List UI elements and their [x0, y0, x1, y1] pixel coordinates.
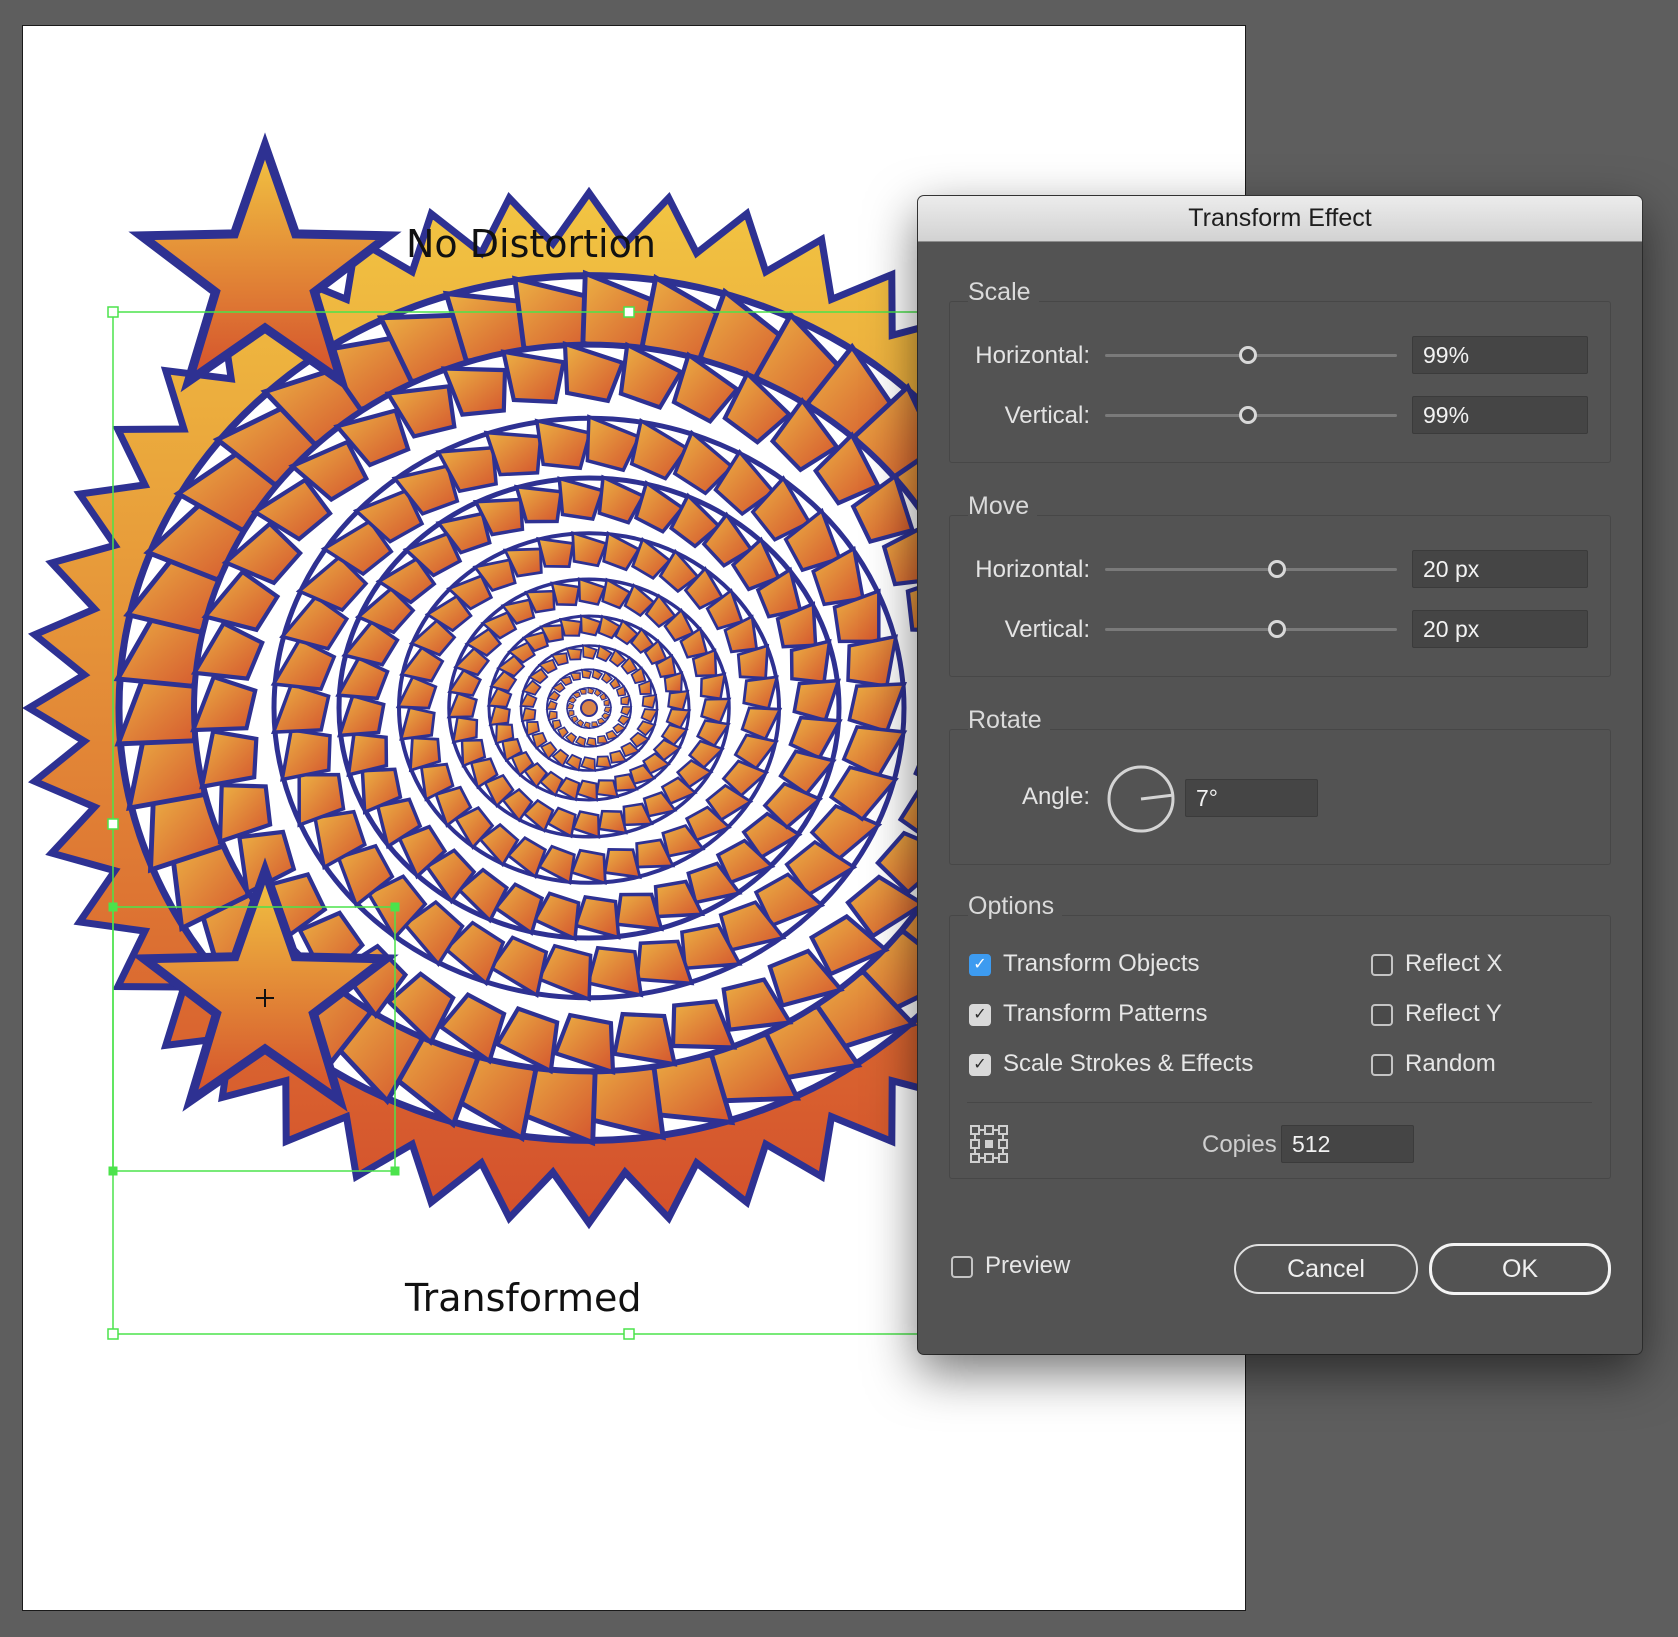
scale-group: Scale Horizontal: 99% Vertical: 99%: [949, 278, 1611, 463]
move-horizontal-slider-thumb[interactable]: [1268, 560, 1287, 578]
options-group-title: Options: [968, 892, 1063, 921]
spiral-chevron: [641, 693, 658, 709]
selection-handle: [623, 306, 635, 318]
spiral-chevron: [199, 728, 259, 790]
reference-point-icon[interactable]: [969, 1124, 1009, 1164]
transform-objects-label[interactable]: Transform Objects: [1003, 950, 1200, 978]
selection-handle: [623, 1328, 635, 1340]
cancel-button[interactable]: Cancel: [1234, 1244, 1418, 1294]
options-divider: [967, 1102, 1592, 1103]
scale-vertical-label: Vertical:: [1004, 402, 1090, 429]
move-horizontal-input[interactable]: 20 px: [1412, 550, 1588, 588]
dialog-titlebar[interactable]: Transform Effect: [918, 196, 1642, 242]
reflect-x-checkbox[interactable]: [1371, 954, 1393, 976]
reflect-y-checkbox[interactable]: [1371, 1004, 1393, 1026]
scale-strokes-checkbox[interactable]: ✓: [969, 1054, 991, 1076]
transform-effect-dialog: Transform Effect Scale Horizontal: 99% V…: [918, 196, 1642, 1354]
spiral-chevron: [451, 715, 479, 744]
angle-dial-icon[interactable]: [1106, 764, 1176, 834]
spiral-chevron: [550, 581, 581, 607]
reflect-y-label[interactable]: Reflect Y: [1405, 1000, 1502, 1028]
transform-patterns-label[interactable]: Transform Patterns: [1003, 1000, 1208, 1028]
scale-group-title: Scale: [968, 278, 1039, 307]
spiral-chevron: [789, 638, 832, 685]
spiral-chevron: [346, 731, 389, 778]
scale-vertical-slider-thumb[interactable]: [1239, 406, 1258, 424]
spiral-chevron: [536, 536, 575, 569]
copies-input[interactable]: 512: [1281, 1125, 1414, 1163]
spiral-chevron: [699, 672, 727, 701]
spiral-chevron: [620, 695, 631, 706]
spiral-chevron: [547, 710, 558, 721]
copies-label: Copies: [1202, 1131, 1277, 1158]
selection-handle: [107, 1328, 119, 1340]
rotate-group-title: Rotate: [968, 706, 1050, 735]
spiral-chevron: [500, 349, 566, 405]
spiral-chevron: [280, 727, 332, 782]
preview-checkbox[interactable]: [951, 1256, 973, 1278]
selection-anchor: [108, 1166, 118, 1176]
label-no-distortion: No Distortion: [406, 222, 656, 266]
selection-handle: [107, 818, 119, 830]
move-vertical-slider-thumb[interactable]: [1268, 620, 1287, 638]
spiral-chevron: [565, 647, 583, 661]
move-horizontal-label: Horizontal:: [975, 556, 1090, 583]
label-transformed: Transformed: [405, 1276, 642, 1320]
scale-horizontal-label: Horizontal:: [975, 342, 1090, 369]
spiral-chevron: [595, 779, 620, 799]
spiral-chevron: [614, 892, 665, 932]
random-label[interactable]: Random: [1405, 1050, 1496, 1078]
scale-vertical-input[interactable]: 99%: [1412, 396, 1588, 434]
spiral-chevron: [597, 809, 628, 835]
move-group-title: Move: [968, 492, 1038, 521]
rotate-angle-label: Angle:: [1021, 783, 1090, 810]
move-vertical-label: Vertical:: [1004, 616, 1090, 643]
scale-horizontal-input[interactable]: 99%: [1412, 336, 1588, 374]
random-checkbox[interactable]: [1371, 1054, 1393, 1076]
spiral-chevron: [603, 847, 642, 880]
spiral-chevron: [846, 634, 898, 689]
spiral-center: [580, 699, 598, 717]
move-group: Move Horizontal: 20 px Vertical: 20 px: [949, 492, 1611, 677]
rotate-angle-input[interactable]: 7°: [1185, 779, 1318, 817]
selection-anchor: [108, 902, 118, 912]
transform-objects-checkbox[interactable]: ✓: [969, 954, 991, 976]
transform-patterns-checkbox[interactable]: ✓: [969, 1004, 991, 1026]
scale-horizontal-slider-thumb[interactable]: [1239, 346, 1258, 364]
spiral-chevron: [520, 707, 537, 723]
spiral-chevron: [558, 617, 583, 637]
rotate-group: Rotate Angle: 7°: [949, 706, 1611, 865]
preview-label[interactable]: Preview: [985, 1252, 1070, 1280]
reflect-x-label[interactable]: Reflect X: [1405, 950, 1502, 978]
ok-button[interactable]: OK: [1429, 1243, 1611, 1295]
spiral-chevron: [595, 755, 613, 769]
move-vertical-input[interactable]: 20 px: [1412, 610, 1588, 648]
scale-strokes-label[interactable]: Scale Strokes & Effects: [1003, 1050, 1253, 1078]
selection-handle: [107, 306, 119, 318]
options-group: Options ✓ Transform Objects ✓ Transform …: [949, 892, 1611, 1179]
move-horizontal-slider[interactable]: [1105, 568, 1397, 571]
dialog-title: Transform Effect: [1188, 204, 1372, 232]
selection-anchor: [390, 1166, 400, 1176]
selection-anchor: [390, 902, 400, 912]
spiral-chevron: [612, 1011, 678, 1067]
move-vertical-slider[interactable]: [1105, 628, 1397, 631]
spiral-chevron: [513, 484, 564, 524]
